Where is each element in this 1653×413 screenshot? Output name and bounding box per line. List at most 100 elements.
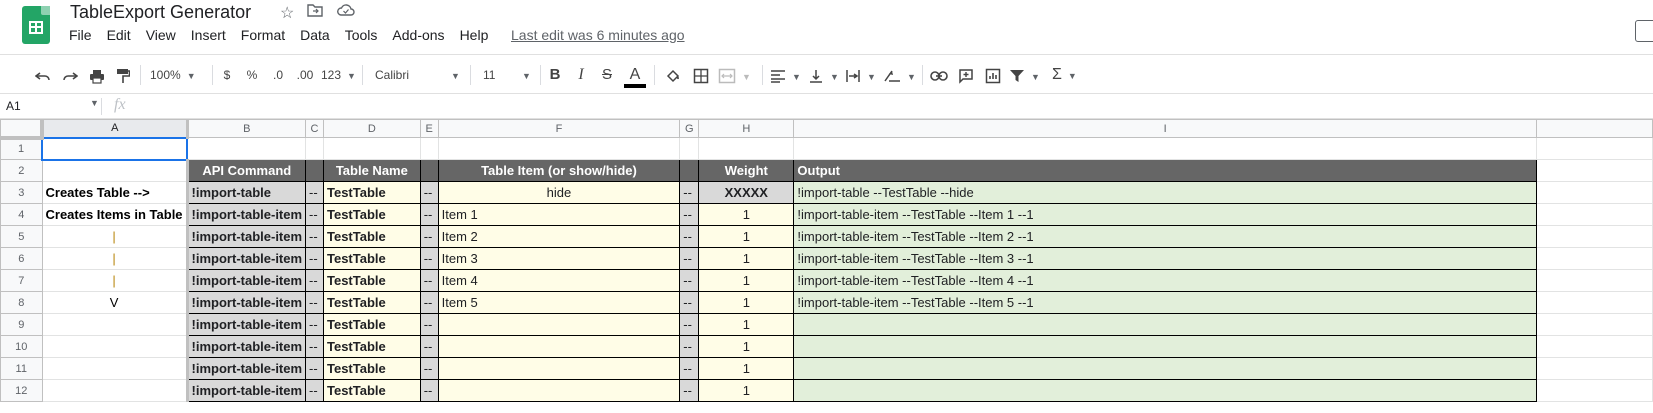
table-item-cell[interactable]: Item 3 — [437, 247, 681, 270]
row-header[interactable]: 1 — [0, 137, 43, 160]
menu-edit[interactable]: Edit — [107, 27, 131, 43]
align-left-icon[interactable]: ▼ — [770, 55, 804, 95]
strikethrough-button[interactable]: S — [598, 55, 616, 95]
row-label[interactable]: | — [41, 225, 189, 248]
separator-cell[interactable]: -- — [679, 247, 700, 270]
text-wrap-icon[interactable]: ▼ — [845, 55, 879, 95]
star-icon[interactable]: ☆ — [280, 3, 294, 23]
table-name-cell[interactable]: TestTable — [323, 203, 421, 226]
api-command-cell[interactable]: !import-table-item — [186, 269, 307, 292]
weight-cell[interactable]: 1 — [698, 313, 795, 336]
table-name-cell[interactable]: TestTable — [323, 291, 421, 314]
decrease-decimals-button[interactable]: .0 — [268, 55, 288, 95]
font-size-select[interactable]: 11 ▼ — [483, 55, 533, 95]
filter-icon[interactable]: ▼ — [1009, 55, 1045, 95]
table-name-cell[interactable]: TestTable — [323, 357, 421, 380]
api-command-cell[interactable]: !import-table-item — [186, 357, 307, 380]
cell[interactable] — [1535, 357, 1653, 380]
output-cell[interactable]: !import-table-item --TestTable --Item 4 … — [793, 269, 1537, 292]
output-cell[interactable]: !import-table-item --TestTable --Item 1 … — [793, 203, 1537, 226]
redo-icon[interactable] — [59, 55, 81, 95]
separator-cell[interactable]: -- — [305, 335, 324, 358]
cell[interactable] — [1535, 225, 1653, 248]
column-header-f[interactable]: F — [437, 119, 681, 138]
row-label[interactable] — [41, 357, 189, 380]
print-icon[interactable] — [86, 55, 108, 95]
table-item-cell[interactable]: Item 1 — [437, 203, 681, 226]
menu-file[interactable]: File — [69, 27, 92, 43]
menu-view[interactable]: View — [146, 27, 176, 43]
link-icon[interactable] — [928, 55, 950, 95]
separator-cell[interactable]: -- — [419, 357, 439, 380]
column-header-d[interactable]: D — [323, 119, 421, 138]
cell[interactable] — [305, 137, 324, 160]
cell[interactable] — [419, 137, 439, 160]
table-item-cell[interactable]: Item 5 — [437, 291, 681, 314]
chevron-down-icon[interactable]: ▼ — [90, 98, 99, 108]
row-header[interactable]: 8 — [0, 291, 43, 314]
cell[interactable] — [698, 137, 795, 160]
header-spacer[interactable] — [305, 159, 324, 182]
column-header-empty[interactable] — [1535, 119, 1653, 138]
header-table-name[interactable]: Table Name — [323, 159, 421, 182]
cell[interactable] — [1535, 203, 1653, 226]
separator-cell[interactable]: -- — [419, 181, 439, 204]
column-header-b[interactable]: B — [186, 119, 307, 138]
table-item-cell[interactable] — [437, 335, 681, 358]
table-name-cell[interactable]: TestTable — [323, 269, 421, 292]
table-item-cell[interactable]: hide — [437, 181, 681, 204]
row-label[interactable]: Creates Table --> — [41, 181, 189, 204]
cell[interactable] — [1535, 269, 1653, 292]
weight-cell[interactable]: 1 — [698, 247, 795, 270]
separator-cell[interactable]: -- — [679, 203, 700, 226]
api-command-cell[interactable]: !import-table-item — [186, 379, 307, 402]
move-folder-icon[interactable] — [307, 3, 323, 22]
api-command-cell[interactable]: !import-table-item — [186, 247, 307, 270]
output-cell[interactable]: !import-table-item --TestTable --Item 5 … — [793, 291, 1537, 314]
font-family-select[interactable]: Calibri ▼ — [375, 55, 463, 95]
header-weight[interactable]: Weight — [698, 159, 795, 182]
table-item-cell[interactable] — [437, 357, 681, 380]
row-header[interactable]: 3 — [0, 181, 43, 204]
column-header-a[interactable]: A — [41, 119, 189, 138]
cell[interactable] — [679, 137, 700, 160]
table-name-cell[interactable]: TestTable — [323, 335, 421, 358]
separator-cell[interactable]: -- — [419, 379, 439, 402]
row-label[interactable]: | — [41, 247, 189, 270]
column-header-c[interactable]: C — [305, 119, 324, 138]
output-cell[interactable]: !import-table --TestTable --hide — [793, 181, 1537, 204]
header-output[interactable]: Output — [793, 159, 1537, 182]
output-cell[interactable] — [793, 379, 1537, 402]
vertical-align-icon[interactable]: ▼ — [808, 55, 842, 95]
weight-cell[interactable]: XXXXX — [698, 181, 795, 204]
weight-cell[interactable]: 1 — [698, 357, 795, 380]
separator-cell[interactable]: -- — [419, 269, 439, 292]
fill-color-icon[interactable] — [662, 55, 684, 95]
table-item-cell[interactable] — [437, 313, 681, 336]
separator-cell[interactable]: -- — [419, 247, 439, 270]
sheets-logo-icon[interactable] — [22, 6, 50, 44]
weight-cell[interactable]: 1 — [698, 379, 795, 402]
number-format-select[interactable]: 123 ▼ — [321, 55, 357, 95]
separator-cell[interactable]: -- — [419, 291, 439, 314]
separator-cell[interactable]: -- — [419, 225, 439, 248]
separator-cell[interactable]: -- — [679, 335, 700, 358]
cloud-status-icon[interactable] — [337, 3, 355, 22]
api-command-cell[interactable]: !import-table-item — [186, 225, 307, 248]
api-command-cell[interactable]: !import-table-item — [186, 291, 307, 314]
separator-cell[interactable]: -- — [419, 313, 439, 336]
menu-help[interactable]: Help — [460, 27, 489, 43]
cell[interactable] — [323, 137, 421, 160]
functions-icon[interactable]: Σ ▼ — [1052, 55, 1082, 95]
row-header[interactable]: 9 — [0, 313, 43, 336]
merge-cells-icon[interactable]: ▼ — [718, 55, 754, 95]
row-header[interactable]: 10 — [0, 335, 43, 358]
output-cell[interactable] — [793, 357, 1537, 380]
menu-insert[interactable]: Insert — [191, 27, 226, 43]
weight-cell[interactable]: 1 — [698, 269, 795, 292]
column-header-e[interactable]: E — [419, 119, 439, 138]
separator-cell[interactable]: -- — [305, 203, 324, 226]
api-command-cell[interactable]: !import-table-item — [186, 335, 307, 358]
menu-tools[interactable]: Tools — [345, 27, 378, 43]
select-all-corner[interactable] — [0, 119, 44, 140]
